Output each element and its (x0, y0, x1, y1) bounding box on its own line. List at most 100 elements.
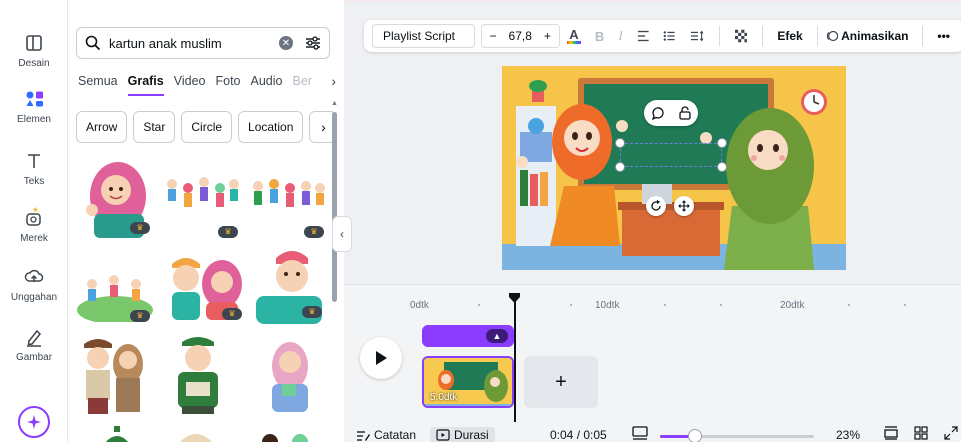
zoom-percent[interactable]: 23% (836, 428, 860, 442)
zoom-slider[interactable] (660, 429, 814, 442)
grid-view-icon[interactable] (914, 426, 928, 440)
magic-button[interactable] (18, 406, 50, 438)
suggestion-chips: Arrow Star Circle Location › (76, 111, 338, 143)
top-accent-line (344, 0, 961, 2)
rail-item-text[interactable]: Teks (0, 150, 68, 187)
graphic-muslim-couple[interactable]: ♛ (164, 250, 244, 322)
graphic-girl-holding-book[interactable] (262, 332, 318, 416)
move-handle[interactable] (674, 196, 694, 216)
font-size-value[interactable]: 67,8 (509, 29, 532, 43)
animate-icon[interactable] (826, 29, 839, 43)
bold-button[interactable]: B (595, 29, 604, 44)
tab-photo[interactable]: Foto (216, 74, 241, 96)
playhead-marker-icon[interactable] (509, 293, 520, 303)
graphic-boy-peeking[interactable]: ♛ (254, 244, 326, 324)
chip-star[interactable]: Star (133, 111, 176, 143)
graphic-boy-reading-quran[interactable] (168, 332, 228, 416)
rail-label-uploads: Unggahan (10, 292, 58, 303)
text-color-button[interactable]: A (566, 28, 581, 44)
add-clip-button[interactable]: + (524, 356, 598, 408)
duration-icon (436, 429, 450, 441)
tab-video[interactable]: Video (174, 74, 206, 96)
graphic-heads-partial[interactable] (256, 428, 320, 442)
rotate-handle[interactable] (646, 196, 666, 216)
rail-item-draw[interactable]: Gambar (0, 326, 68, 363)
sparkle-icon (27, 415, 41, 429)
tab-more[interactable]: Ber (293, 74, 312, 96)
increase-size-button[interactable]: + (544, 29, 551, 43)
rail-item-design[interactable]: Desain (0, 32, 68, 69)
italic-button[interactable]: I (618, 28, 622, 44)
unlock-icon[interactable] (678, 106, 692, 120)
align-left-icon[interactable] (637, 30, 650, 42)
effects-button[interactable]: Efek (777, 29, 802, 43)
graphic-kids-on-grass[interactable]: ♛ (76, 262, 154, 324)
font-size-control: − 67,8 + (480, 24, 560, 48)
premium-crown-icon: ♛ (222, 308, 242, 320)
bullet-list-icon[interactable] (663, 30, 676, 42)
tab-all[interactable]: Semua (78, 74, 118, 96)
pages-view-icon[interactable] (884, 426, 898, 440)
resize-handle[interactable] (615, 138, 625, 148)
upload-audio-icon[interactable]: ▲ (486, 329, 508, 343)
playhead[interactable] (514, 300, 516, 422)
elements-icon (26, 91, 43, 107)
playback-time: 0:04 / 0:05 (550, 428, 607, 442)
graphic-kids-cheering[interactable]: ♛ (248, 176, 328, 238)
more-options-button[interactable]: ••• (937, 29, 950, 43)
zoom-slider-knob[interactable] (688, 429, 703, 442)
resize-handle[interactable] (717, 138, 727, 148)
tab-audio[interactable]: Audio (251, 74, 283, 96)
tabs-next-icon[interactable]: › (331, 73, 336, 89)
premium-crown-icon: ♛ (302, 306, 322, 318)
comment-add-icon[interactable] (651, 106, 665, 120)
chip-arrow[interactable]: Arrow (76, 111, 128, 143)
tab-graphics[interactable]: Grafis (127, 74, 164, 96)
collapse-panel-button[interactable]: ‹ (332, 216, 352, 252)
graphic-brother-sister[interactable] (80, 332, 150, 416)
clip-duration: 5.0dtk (430, 392, 458, 403)
design-canvas[interactable] (502, 66, 846, 270)
graphic-hijab-partial[interactable] (176, 424, 216, 442)
transparency-icon[interactable] (734, 29, 748, 43)
premium-crown-icon: ♛ (130, 310, 150, 322)
rail-item-brand[interactable]: Merek (0, 207, 68, 244)
font-selector[interactable]: Playlist Script (372, 24, 475, 48)
filter-icon[interactable] (305, 35, 321, 51)
rail-label-draw: Gambar (15, 352, 53, 363)
search-icon (85, 35, 101, 51)
duration-button[interactable]: Durasi (430, 427, 495, 442)
fullscreen-page-icon[interactable] (632, 426, 648, 440)
selection-box[interactable] (620, 143, 722, 167)
graphic-kids-jumping[interactable]: ♛ (162, 174, 242, 238)
category-tabs: Semua Grafis Video Foto Audio Ber › (78, 73, 336, 96)
brand-icon (26, 207, 41, 226)
scroll-up-icon[interactable]: ▲ (331, 100, 338, 107)
graphic-hijab-girl[interactable]: ♛ (80, 156, 154, 240)
rail-label-elements: Elemen (17, 114, 51, 125)
line-spacing-icon[interactable] (690, 30, 704, 42)
decrease-size-button[interactable]: − (490, 29, 497, 43)
rail-item-elements[interactable]: Elemen (0, 88, 68, 125)
audio-track[interactable]: ▲ (422, 325, 514, 347)
ruler-tick (720, 304, 722, 306)
chip-location[interactable]: Location (238, 111, 304, 143)
search-input[interactable]: kartun anak muslim ✕ (76, 27, 330, 59)
ruler-tick (848, 304, 850, 306)
video-clip[interactable]: 5.0dtk (422, 356, 514, 408)
rail-item-uploads[interactable]: Unggahan (0, 266, 68, 303)
rail-label-brand: Merek (20, 233, 48, 244)
ruler-tick (904, 304, 906, 306)
clear-search-icon[interactable]: ✕ (279, 36, 293, 50)
notes-button[interactable]: Catatan (356, 428, 416, 442)
graphic-cap-partial[interactable] (102, 424, 132, 442)
expand-icon[interactable] (944, 426, 958, 440)
chip-circle[interactable]: Circle (181, 111, 233, 143)
notes-icon (357, 431, 370, 441)
animate-button[interactable]: Animasikan (841, 29, 908, 43)
resize-handle[interactable] (717, 162, 727, 172)
panel-scrollbar[interactable] (332, 112, 337, 302)
elements-panel: kartun anak muslim ✕ Semua Grafis Video … (68, 0, 344, 442)
resize-handle[interactable] (615, 162, 625, 172)
play-button[interactable] (360, 337, 402, 379)
